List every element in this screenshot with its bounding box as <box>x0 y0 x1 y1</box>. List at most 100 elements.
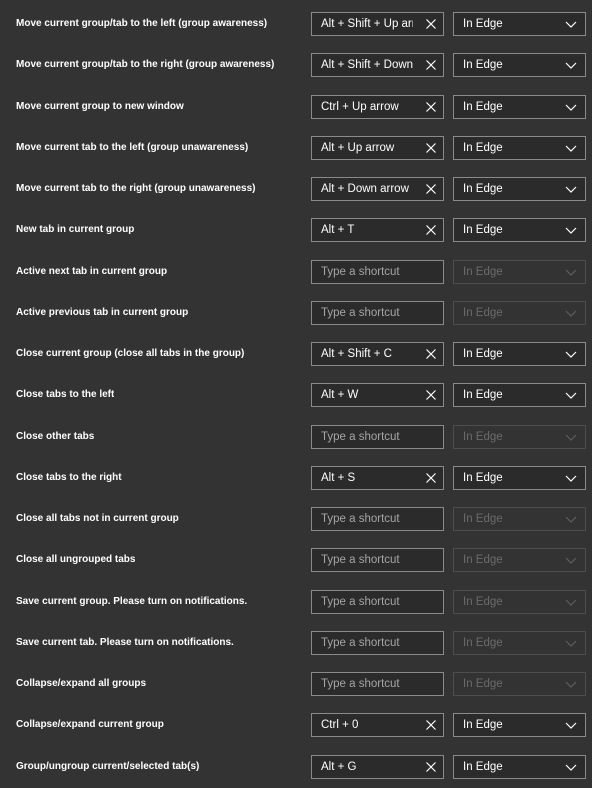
shortcut-input[interactable]: Alt + T <box>311 218 444 242</box>
shortcut-label: Close all ungrouped tabs <box>16 554 136 565</box>
shortcut-placeholder: Type a shortcut <box>321 596 400 608</box>
close-icon[interactable] <box>423 346 439 362</box>
chevron-down-icon <box>565 349 577 359</box>
shortcut-keys: Alt + Shift + C <box>321 348 392 360</box>
close-icon[interactable] <box>423 387 439 403</box>
shortcut-label: Active next tab in current group <box>16 266 168 277</box>
scope-select[interactable]: In Edge <box>453 755 586 779</box>
chevron-down-icon <box>565 473 577 483</box>
shortcut-placeholder: Type a shortcut <box>321 513 400 525</box>
shortcut-row: Collapse/expand all groups Type a shortcu… <box>0 671 592 697</box>
scope-select-value: In Edge <box>463 431 503 443</box>
close-icon[interactable] <box>423 140 439 156</box>
scope-select-value: In Edge <box>463 761 503 773</box>
scope-select[interactable]: In Edge <box>453 342 586 366</box>
chevron-down-icon <box>565 597 577 607</box>
scope-select[interactable]: In Edge <box>453 136 586 160</box>
chevron-down-icon <box>565 390 577 400</box>
scope-select[interactable]: In Edge <box>453 383 586 407</box>
scope-select: In Edge <box>453 507 586 531</box>
scope-select-value: In Edge <box>463 59 503 71</box>
shortcut-input[interactable]: Alt + S <box>311 466 444 490</box>
scope-select[interactable]: In Edge <box>453 713 586 737</box>
shortcut-row: Save current group. Please turn on notif… <box>0 589 592 615</box>
close-icon[interactable] <box>423 717 439 733</box>
scope-select[interactable]: In Edge <box>453 177 586 201</box>
scope-select[interactable]: In Edge <box>453 53 586 77</box>
scope-select-value: In Edge <box>463 183 503 195</box>
shortcut-input[interactable]: Type a shortcut <box>311 631 444 655</box>
scope-select[interactable]: In Edge <box>453 95 586 119</box>
shortcut-input[interactable]: Type a shortcut <box>311 260 444 284</box>
chevron-down-icon <box>565 308 577 318</box>
shortcut-input[interactable]: Ctrl + Up arrow <box>311 95 444 119</box>
shortcut-label: Move current group to new window <box>16 101 184 112</box>
shortcut-label: Save current group. Please turn on notif… <box>16 596 248 607</box>
scope-select-value: In Edge <box>463 266 503 278</box>
shortcut-input[interactable]: Alt + Shift + Up arr <box>311 12 444 36</box>
shortcut-placeholder: Type a shortcut <box>321 554 400 566</box>
close-icon[interactable] <box>423 181 439 197</box>
shortcut-input[interactable]: Type a shortcut <box>311 590 444 614</box>
scope-select-value: In Edge <box>463 101 503 113</box>
shortcut-label: Active previous tab in current group <box>16 307 189 318</box>
shortcut-keys: Alt + T <box>321 224 355 236</box>
chevron-down-icon <box>565 555 577 565</box>
shortcut-row: Active next tab in current group Type a s… <box>0 259 592 285</box>
scope-select[interactable]: In Edge <box>453 466 586 490</box>
shortcut-row: Move current tab to the right (group una… <box>0 176 592 202</box>
scope-select: In Edge <box>453 548 586 572</box>
scope-select-value: In Edge <box>463 224 503 236</box>
chevron-down-icon <box>565 102 577 112</box>
shortcut-keys: Alt + Shift + Down <box>321 59 413 71</box>
scope-select[interactable]: In Edge <box>453 218 586 242</box>
shortcut-label: Close current group (close all tabs in t… <box>16 348 245 359</box>
scope-select-value: In Edge <box>463 307 503 319</box>
shortcut-input[interactable]: Type a shortcut <box>311 672 444 696</box>
shortcut-label: Close other tabs <box>16 431 95 442</box>
shortcut-input[interactable]: Type a shortcut <box>311 301 444 325</box>
shortcut-row: Close all ungrouped tabs Type a shortcut I… <box>0 547 592 573</box>
close-icon[interactable] <box>423 759 439 775</box>
shortcut-input[interactable]: Ctrl + 0 <box>311 713 444 737</box>
scope-select-value: In Edge <box>463 678 503 690</box>
shortcut-keys: Alt + S <box>321 472 356 484</box>
shortcut-row: Move current group to new window Ctrl + U… <box>0 94 592 120</box>
shortcut-placeholder: Type a shortcut <box>321 678 400 690</box>
shortcut-row: Move current group/tab to the left (grou… <box>0 11 592 37</box>
shortcut-input[interactable]: Type a shortcut <box>311 507 444 531</box>
shortcut-input[interactable]: Alt + Down arrow <box>311 177 444 201</box>
scope-select-value: In Edge <box>463 719 503 731</box>
shortcut-placeholder: Type a shortcut <box>321 431 400 443</box>
scope-select-value: In Edge <box>463 389 503 401</box>
close-icon[interactable] <box>423 16 439 32</box>
close-icon[interactable] <box>423 222 439 238</box>
shortcut-label: Collapse/expand all groups <box>16 678 147 689</box>
shortcut-row: Move current tab to the left (group unaw… <box>0 135 592 161</box>
shortcut-input[interactable]: Alt + W <box>311 383 444 407</box>
shortcut-input[interactable]: Alt + Shift + C <box>311 342 444 366</box>
chevron-down-icon <box>565 679 577 689</box>
shortcut-label: Move current tab to the right (group una… <box>16 183 256 194</box>
shortcut-input[interactable]: Alt + Shift + Down <box>311 53 444 77</box>
scope-select[interactable]: In Edge <box>453 12 586 36</box>
scope-select: In Edge <box>453 301 586 325</box>
chevron-down-icon <box>565 514 577 524</box>
chevron-down-icon <box>565 267 577 277</box>
chevron-down-icon <box>565 225 577 235</box>
shortcut-input[interactable]: Alt + Up arrow <box>311 136 444 160</box>
scope-select: In Edge <box>453 631 586 655</box>
shortcut-label: Move current group/tab to the left (grou… <box>16 18 268 29</box>
close-icon[interactable] <box>423 470 439 486</box>
shortcut-input[interactable]: Type a shortcut <box>311 425 444 449</box>
scope-select-value: In Edge <box>463 472 503 484</box>
shortcut-input[interactable]: Alt + G <box>311 755 444 779</box>
scope-select: In Edge <box>453 425 586 449</box>
close-icon[interactable] <box>423 57 439 73</box>
shortcut-label: Move current group/tab to the right (gro… <box>16 59 275 70</box>
shortcut-label: Close tabs to the left <box>16 389 115 400</box>
shortcut-keys: Alt + Shift + Up arr <box>321 18 413 30</box>
shortcut-input[interactable]: Type a shortcut <box>311 548 444 572</box>
shortcut-label: Group/ungroup current/selected tab(s) <box>16 761 200 772</box>
close-icon[interactable] <box>423 99 439 115</box>
